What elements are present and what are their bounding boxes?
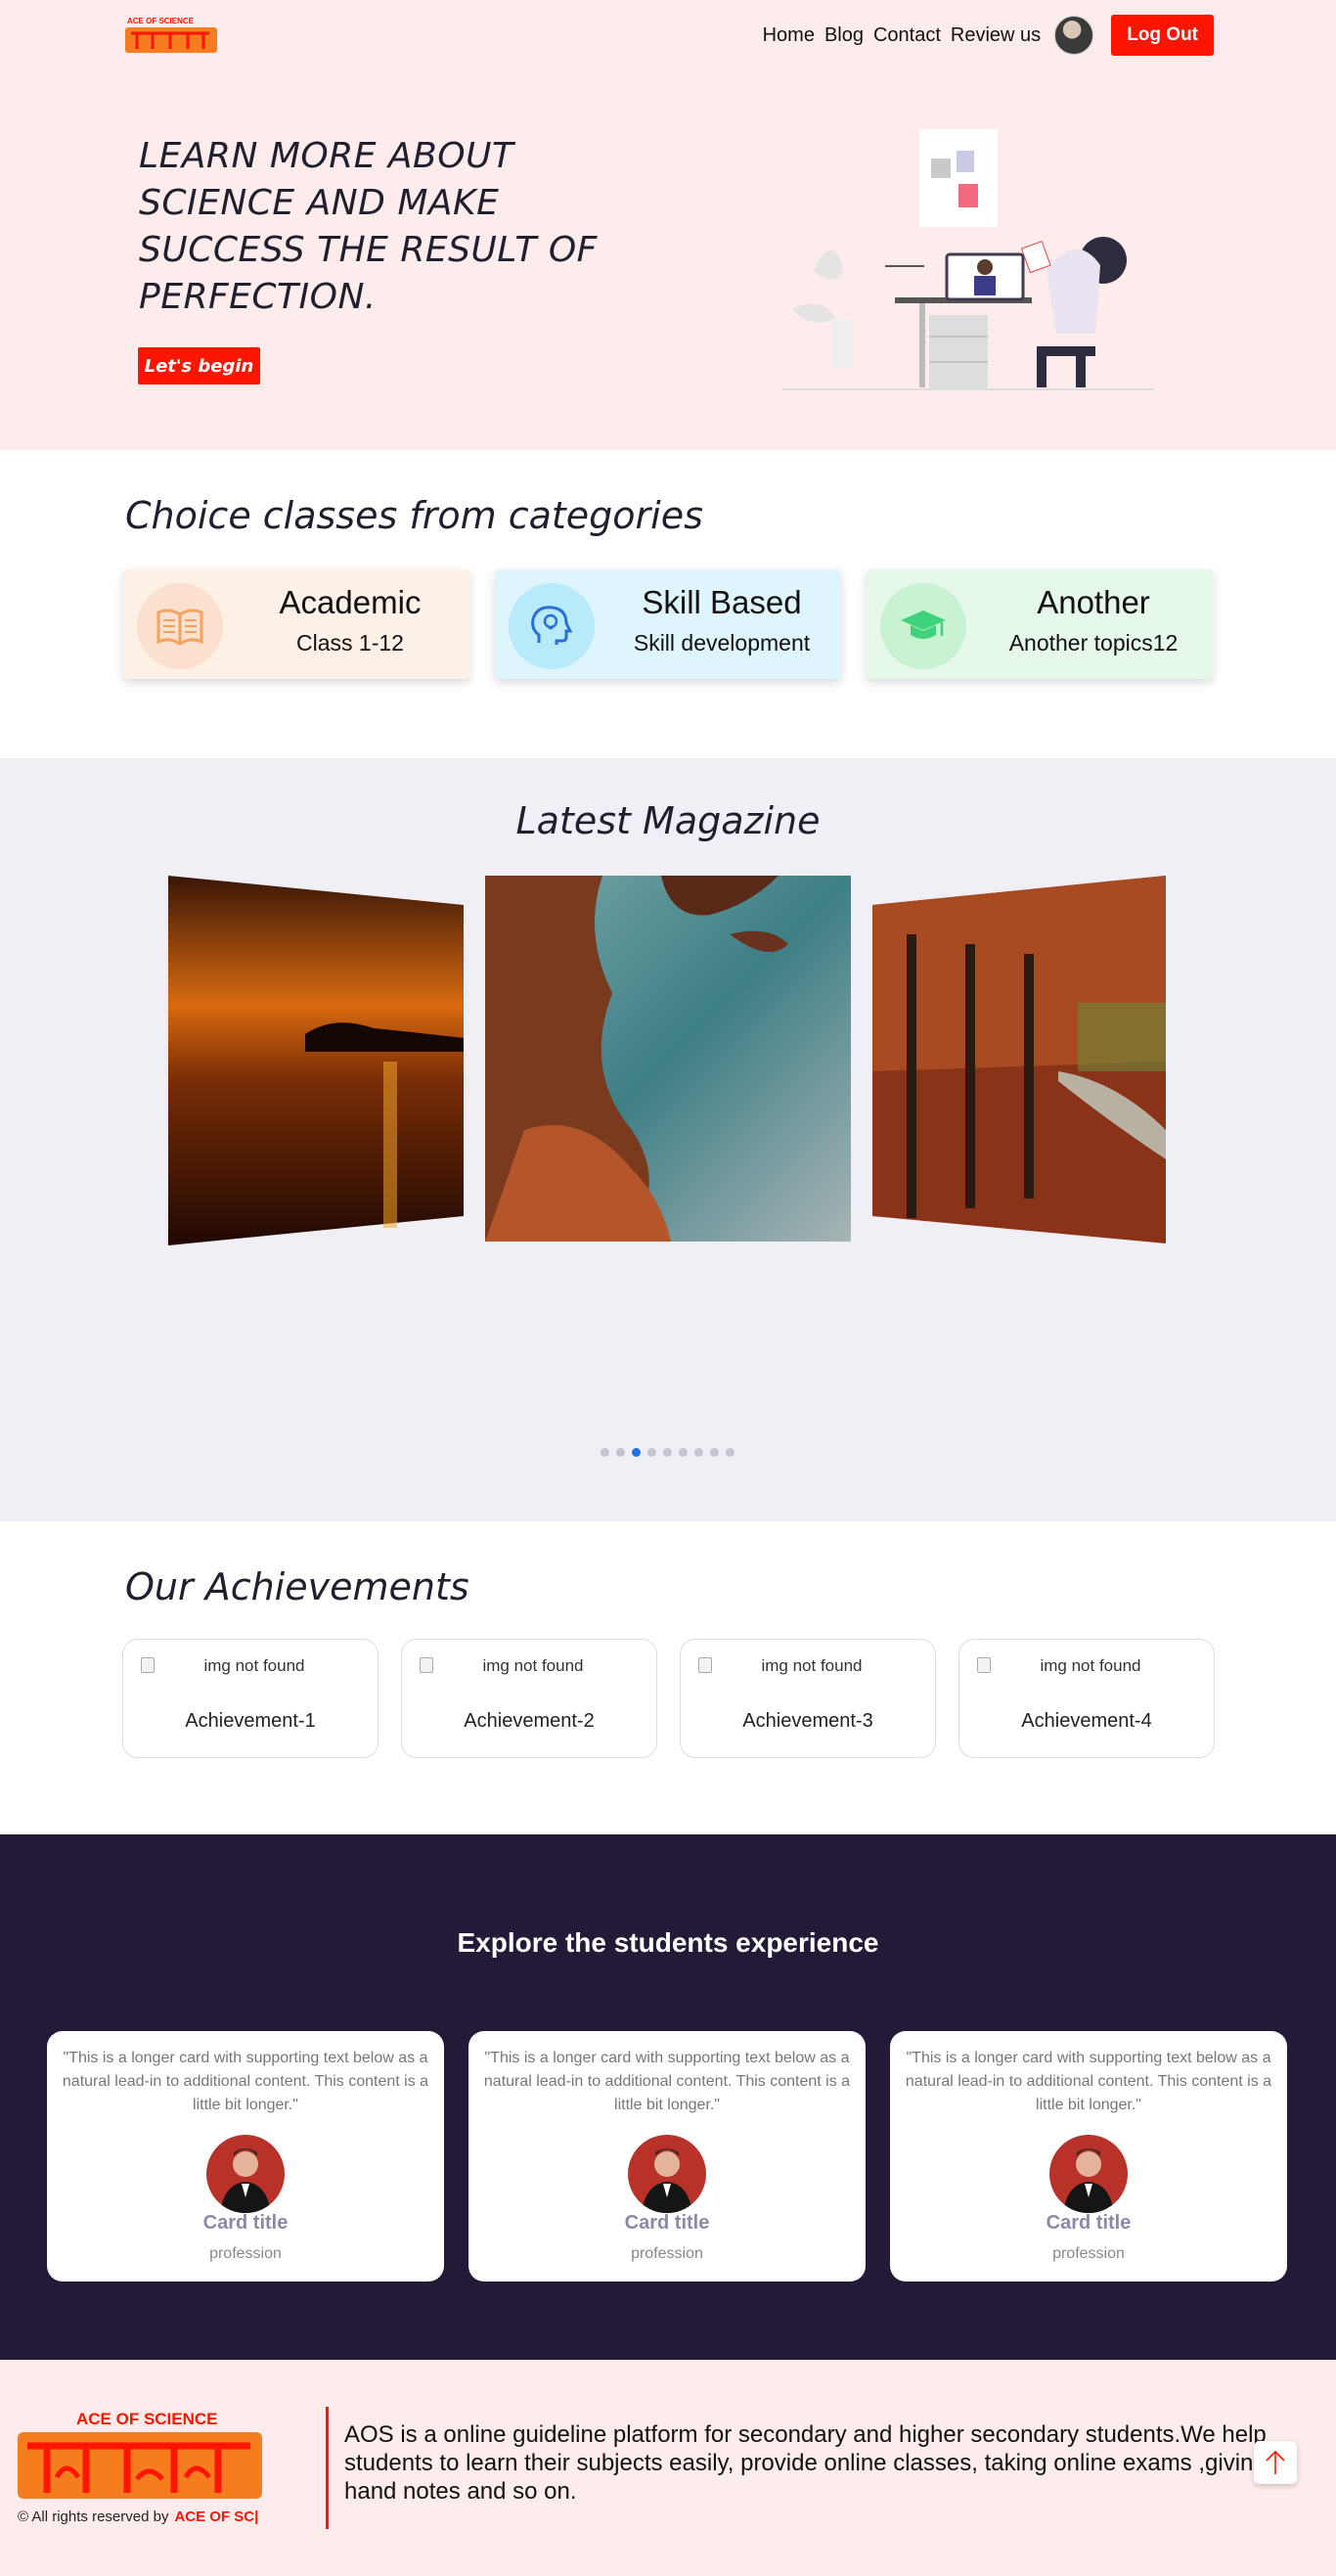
footer-about-text: AOS is a online guideline platform for s… <box>344 2421 1267 2505</box>
achievement-name: Achievement-1 <box>185 1710 316 1732</box>
scroll-to-top-button[interactable] <box>1254 2441 1297 2484</box>
category-title: Academic <box>279 584 422 620</box>
testimonial-profession: profession <box>209 2245 282 2262</box>
magazine-slide-sunset[interactable] <box>168 876 464 1245</box>
testimonial-name: Card title <box>1046 2212 1132 2234</box>
open-book-icon <box>156 609 203 646</box>
achievement-name: Achievement-3 <box>742 1710 873 1732</box>
testimonial-quote: "This is a longer card with supporting t… <box>483 2050 851 2113</box>
carousel-dot[interactable] <box>679 1448 688 1457</box>
testimonial-card: "This is a longer card with supporting t… <box>47 2031 444 2282</box>
testimonial-avatar <box>1049 2135 1128 2213</box>
testimonial-avatar <box>628 2135 706 2213</box>
testimonials-section: Explore the students experience "This is… <box>0 1834 1336 2360</box>
achievement-image: img not found <box>698 1655 925 1677</box>
achievement-card[interactable]: img not found Achievement-1 <box>122 1639 379 1758</box>
category-card-academic[interactable]: Academic Class 1-12 <box>123 569 469 679</box>
carousel-dot[interactable] <box>710 1448 719 1457</box>
nav-home-link[interactable]: Home <box>763 24 815 47</box>
site-logo[interactable]: ACE OF SCIENCE <box>123 12 221 59</box>
category-card-skill-based[interactable]: Skill Based Skill development <box>495 569 841 679</box>
footer: ACE OF SCIENCE © All rights reserved by A… <box>0 2360 1336 2576</box>
testimonial-name: Card title <box>624 2212 710 2234</box>
nav-review-link[interactable]: Review us <box>951 24 1041 47</box>
hero-title: LEARN MORE ABOUT SCIENCE AND MAKE SUCCES… <box>139 136 598 317</box>
category-title: Skill Based <box>642 584 802 620</box>
carousel-dot[interactable] <box>726 1448 735 1457</box>
magazine-section: Latest Magazine <box>0 758 1336 1521</box>
achievement-name: Achievement-4 <box>1021 1710 1152 1732</box>
categories-title: Choice classes from categories <box>125 494 703 537</box>
footer-logo[interactable]: ACE OF SCIENCE <box>18 2409 262 2502</box>
image-alt-text: img not found <box>203 1656 305 1675</box>
footer-divider <box>326 2407 329 2529</box>
testimonial-profession: profession <box>1052 2245 1125 2262</box>
testimonial-profession: profession <box>631 2245 703 2262</box>
hero-section: ACE OF SCIENCE Home Blog Contact Review … <box>0 0 1336 450</box>
testimonial-quote: "This is a longer card with supporting t… <box>62 2050 429 2113</box>
achievement-image: img not found <box>977 1655 1204 1677</box>
category-icon-circle <box>880 583 966 669</box>
graduation-cap-icon <box>901 610 946 639</box>
copyright: © All rights reserved by ACE OF SC| <box>18 2508 258 2525</box>
category-card-another[interactable]: Another Another topics12 <box>867 569 1213 679</box>
category-subtitle: Another topics12 <box>1008 630 1179 655</box>
testimonial-quote: "This is a longer card with supporting t… <box>905 2050 1272 2113</box>
carousel-dot[interactable] <box>632 1448 641 1457</box>
svg-text:ACE OF SCIENCE: ACE OF SCIENCE <box>76 2410 218 2428</box>
carousel-dot[interactable] <box>601 1448 609 1457</box>
copyright-text: © All rights reserved by <box>18 2508 169 2525</box>
image-alt-text: img not found <box>482 1656 584 1675</box>
achievements-title: Our Achievements <box>125 1565 469 1608</box>
broken-image-icon <box>698 1657 712 1673</box>
user-avatar[interactable] <box>1054 16 1094 55</box>
carousel-dot[interactable] <box>647 1448 656 1457</box>
brain-bulb-icon <box>531 606 573 645</box>
nav-contact-link[interactable]: Contact <box>873 24 941 47</box>
testimonials-title: Explore the students experience <box>457 1927 879 1958</box>
achievement-card[interactable]: img not found Achievement-4 <box>958 1639 1215 1758</box>
category-icon-circle <box>137 583 223 669</box>
carousel-dot[interactable] <box>663 1448 672 1457</box>
category-icon-circle <box>509 583 595 669</box>
category-subtitle: Skill development <box>633 630 811 655</box>
achievement-card[interactable]: img not found Achievement-2 <box>401 1639 657 1758</box>
broken-image-icon <box>420 1657 433 1673</box>
testimonial-name: Card title <box>202 2212 289 2234</box>
magazine-slide-coast[interactable] <box>485 876 851 1242</box>
achievement-name: Achievement-2 <box>464 1710 595 1732</box>
broken-image-icon <box>977 1657 991 1673</box>
magazine-title: Latest Magazine <box>515 799 821 842</box>
carousel-dot[interactable] <box>694 1448 703 1457</box>
testimonial-card: "This is a longer card with supporting t… <box>468 2031 866 2282</box>
main-nav: Home Blog Contact Review us Log Out <box>763 14 1214 57</box>
category-subtitle: Class 1-12 <box>296 630 404 655</box>
image-alt-text: img not found <box>1040 1656 1141 1675</box>
carousel-dots <box>601 1448 735 1457</box>
arrow-up-icon <box>1266 2450 1285 2474</box>
image-alt-text: img not found <box>761 1656 863 1675</box>
testimonial-card: "This is a longer card with supporting t… <box>890 2031 1287 2282</box>
nav-blog-link[interactable]: Blog <box>824 24 864 47</box>
magazine-slide-autumn-trees[interactable] <box>872 876 1166 1243</box>
lets-begin-button[interactable]: Let's begin <box>138 347 260 384</box>
testimonial-avatar <box>206 2135 285 2213</box>
hero-illustration <box>782 129 1154 390</box>
achievement-card[interactable]: img not found Achievement-3 <box>680 1639 936 1758</box>
achievement-image: img not found <box>420 1655 646 1677</box>
broken-image-icon <box>141 1657 155 1673</box>
carousel-dot[interactable] <box>616 1448 625 1457</box>
category-title: Another <box>1037 584 1150 620</box>
logout-button[interactable]: Log Out <box>1111 15 1214 56</box>
svg-text:ACE OF SCIENCE: ACE OF SCIENCE <box>127 17 195 25</box>
copyright-brand[interactable]: ACE OF SC| <box>174 2508 258 2525</box>
achievement-image: img not found <box>141 1655 368 1677</box>
